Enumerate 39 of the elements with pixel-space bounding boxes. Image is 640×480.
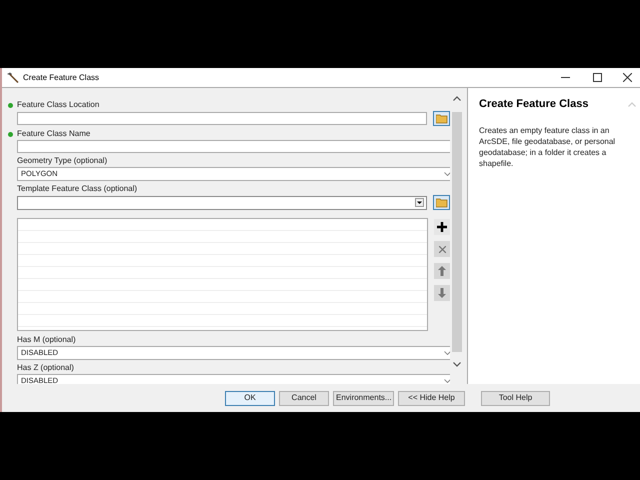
field-label: Geometry Type (optional) <box>17 156 108 166</box>
field-label: Has Z (optional) <box>17 363 74 373</box>
add-button[interactable] <box>434 219 450 235</box>
chevron-up-icon <box>628 102 636 107</box>
list-box[interactable] <box>17 218 428 331</box>
plus-icon <box>437 222 448 232</box>
remove-button[interactable] <box>434 241 450 257</box>
field-label: Feature Class Name <box>17 129 90 139</box>
move-down-button[interactable] <box>434 285 450 301</box>
arrow-down-icon <box>438 288 446 298</box>
chevron-down-icon <box>444 172 450 176</box>
arrow-up-icon <box>438 266 446 276</box>
chevron-up-icon <box>453 96 462 101</box>
folder-icon <box>436 198 448 208</box>
field-label: Template Feature Class (optional) <box>17 184 138 194</box>
minimize-icon <box>560 77 570 78</box>
help-title: Create Feature Class <box>479 97 590 112</box>
chevron-down-icon <box>444 351 450 355</box>
combo-box[interactable] <box>17 196 428 210</box>
hammer-icon <box>6 72 19 83</box>
dialog-button[interactable]: Tool Help <box>481 390 550 406</box>
field-label: Feature Class Location <box>17 100 100 110</box>
browse-button[interactable] <box>433 111 450 126</box>
close-icon <box>622 73 632 82</box>
help-text: Creates an empty feature class in an ArcSDE, file geodatabase, or personal geodatabase; in a folder it creates a shapefile. <box>479 124 616 168</box>
browse-button[interactable] <box>433 195 450 210</box>
dialog-button[interactable]: OK <box>225 390 275 406</box>
dialog-button[interactable]: Environments... <box>333 390 394 406</box>
folder-icon <box>436 114 448 124</box>
field-label: Has M (optional) <box>17 335 76 345</box>
move-up-button[interactable] <box>434 263 450 279</box>
dialog-button[interactable]: Cancel <box>279 390 329 406</box>
close-icon <box>438 246 446 252</box>
window-title: Create Feature Class <box>23 72 100 84</box>
chevron-down-icon <box>444 379 450 383</box>
text-input[interactable] <box>17 140 450 153</box>
dialog-button[interactable]: << Hide Help <box>398 390 465 406</box>
maximize-icon <box>592 73 602 82</box>
text-input[interactable] <box>17 112 428 125</box>
